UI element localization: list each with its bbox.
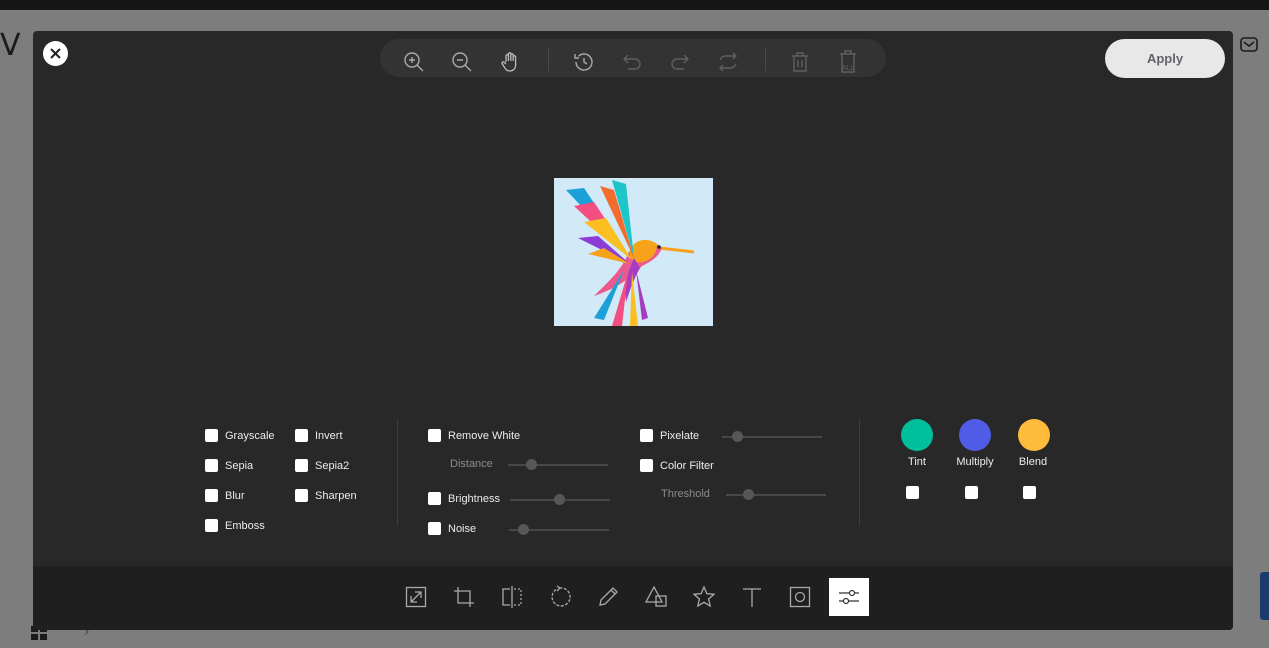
- resize-icon: [405, 586, 427, 608]
- mask-icon: [789, 586, 811, 608]
- bottom-menu-bar: [33, 566, 1233, 630]
- rotate-button[interactable]: [540, 578, 580, 616]
- tint-color-swatch[interactable]: [901, 419, 933, 451]
- shape-icon: [644, 585, 667, 607]
- draw-button[interactable]: [588, 578, 628, 616]
- icon-button[interactable]: [684, 578, 724, 616]
- slider-knob[interactable]: [732, 431, 743, 442]
- checkbox-box[interactable]: [295, 459, 308, 472]
- checkbox-box[interactable]: [640, 429, 653, 442]
- checkbox-box[interactable]: [428, 429, 441, 442]
- text-button[interactable]: [732, 578, 772, 616]
- column-divider: [397, 419, 398, 526]
- blur-checkbox[interactable]: Blur: [205, 489, 245, 502]
- slider-knob[interactable]: [554, 494, 565, 505]
- grayscale-checkbox[interactable]: Grayscale: [205, 429, 275, 442]
- slider-knob[interactable]: [743, 489, 754, 500]
- color-filter-label: Color Filter: [660, 459, 714, 472]
- filter-icon: [839, 589, 859, 605]
- blur-label: Blur: [225, 489, 245, 502]
- slider-knob[interactable]: [518, 524, 529, 535]
- tint-checkbox[interactable]: [906, 486, 919, 499]
- flip-button[interactable]: [492, 578, 532, 616]
- image-editor-modal: ALL Apply Grayscale Invert Sepia Sepia2 …: [33, 31, 1233, 630]
- threshold-slider[interactable]: [726, 489, 826, 500]
- mask-button[interactable]: [780, 578, 820, 616]
- distance-label: Distance: [450, 458, 493, 470]
- blend-label: Blend: [1018, 456, 1048, 468]
- sepia2-label: Sepia2: [315, 459, 350, 472]
- brightness-label: Brightness: [448, 492, 500, 505]
- sharpen-label: Sharpen: [315, 489, 357, 502]
- star-icon: [692, 585, 716, 608]
- draw-icon: [599, 587, 618, 606]
- remove-white-label: Remove White: [448, 429, 521, 442]
- checkbox-box[interactable]: [428, 492, 441, 505]
- distance-slider[interactable]: [508, 459, 608, 470]
- color-filter-checkbox[interactable]: Color Filter: [640, 459, 714, 472]
- browser-top-bar: [0, 0, 1269, 10]
- flip-icon: [502, 586, 522, 608]
- checkbox-box[interactable]: [205, 489, 218, 502]
- emboss-checkbox[interactable]: Emboss: [205, 519, 265, 532]
- invert-label: Invert: [315, 429, 343, 442]
- slider-knob[interactable]: [526, 459, 537, 470]
- resize-button[interactable]: [396, 578, 436, 616]
- filter-button[interactable]: [829, 578, 869, 616]
- column-divider: [859, 419, 860, 526]
- sepia2-checkbox[interactable]: Sepia2: [295, 459, 349, 472]
- pixelate-slider[interactable]: [722, 431, 822, 442]
- sepia-checkbox[interactable]: Sepia: [205, 459, 253, 472]
- checkbox-box[interactable]: [295, 429, 308, 442]
- grayscale-label: Grayscale: [225, 429, 275, 442]
- checkbox-box[interactable]: [205, 429, 218, 442]
- sharpen-checkbox[interactable]: Sharpen: [295, 489, 357, 502]
- text-icon: [743, 588, 761, 607]
- blend-color-swatch[interactable]: [1018, 419, 1050, 451]
- multiply-color-swatch[interactable]: [959, 419, 991, 451]
- checkbox-box[interactable]: [640, 459, 653, 472]
- checkbox-box[interactable]: [295, 489, 308, 502]
- multiply-checkbox[interactable]: [965, 486, 978, 499]
- crop-icon: [454, 587, 474, 607]
- brightness-checkbox[interactable]: Brightness: [428, 492, 500, 505]
- remove-white-checkbox[interactable]: Remove White: [428, 429, 520, 442]
- brightness-slider[interactable]: [510, 494, 610, 505]
- checkbox-box[interactable]: [205, 459, 218, 472]
- pixelate-checkbox[interactable]: Pixelate: [640, 429, 699, 442]
- noise-checkbox[interactable]: Noise: [428, 522, 476, 535]
- mail-icon: [1240, 37, 1258, 52]
- checkbox-box[interactable]: [205, 519, 218, 532]
- blend-checkbox[interactable]: [1023, 486, 1036, 499]
- crop-button[interactable]: [444, 578, 484, 616]
- filter-panel: Grayscale Invert Sepia Sepia2 Blur Sharp…: [33, 31, 1233, 566]
- noise-slider[interactable]: [509, 524, 609, 535]
- background-logo-letter: V: [0, 28, 21, 63]
- noise-label: Noise: [448, 522, 477, 535]
- pixelate-label: Pixelate: [660, 429, 700, 442]
- sepia-label: Sepia: [225, 459, 254, 472]
- shape-button[interactable]: [636, 578, 676, 616]
- invert-checkbox[interactable]: Invert: [295, 429, 343, 442]
- background-side-button: [1260, 572, 1269, 620]
- threshold-label: Threshold: [661, 488, 710, 500]
- checkbox-box[interactable]: [428, 522, 441, 535]
- emboss-label: Emboss: [225, 519, 265, 532]
- rotate-icon: [551, 585, 571, 607]
